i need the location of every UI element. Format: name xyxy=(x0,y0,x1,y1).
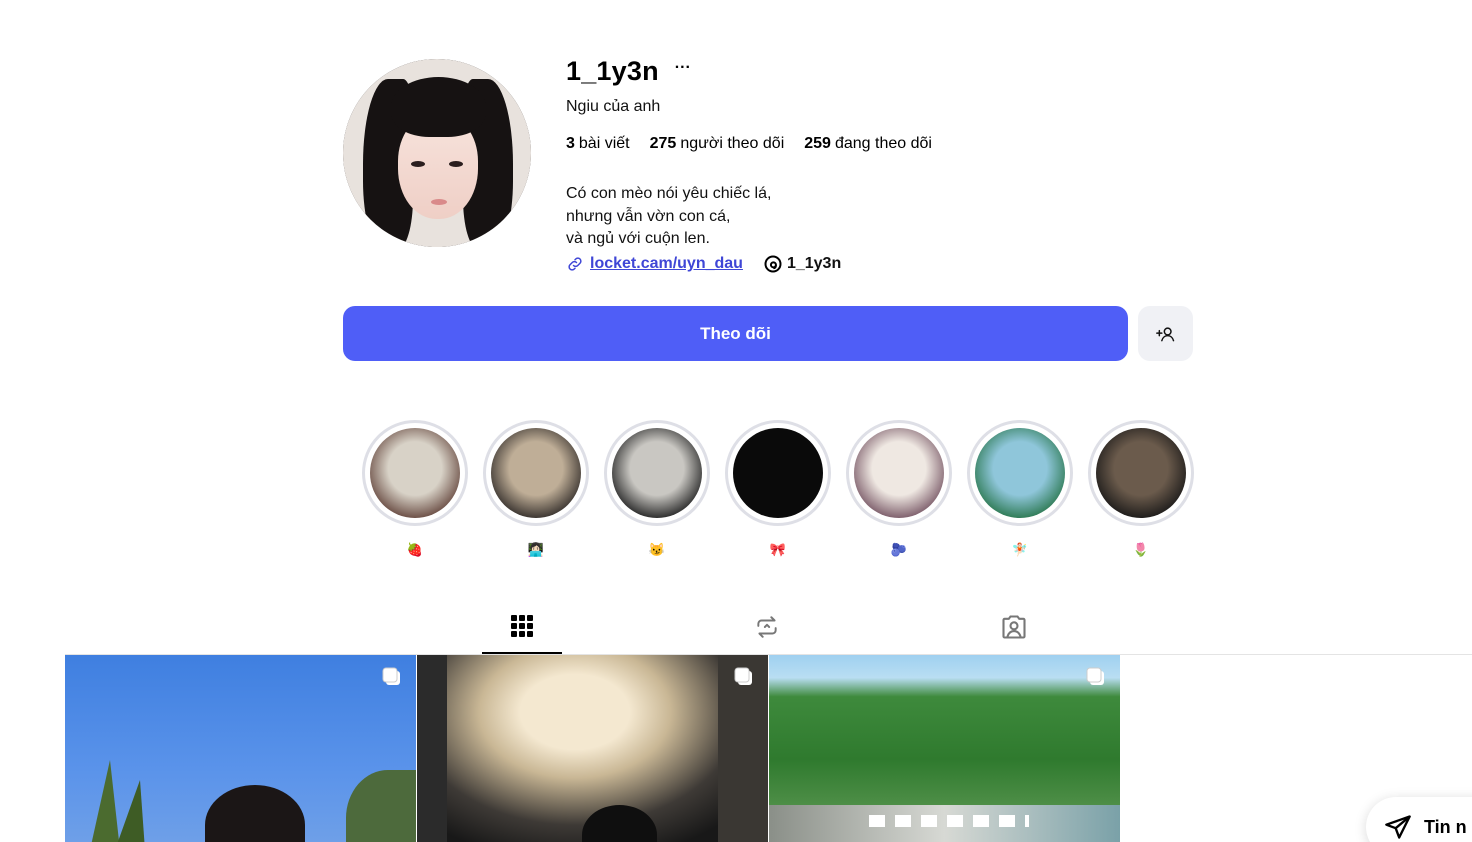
person-add-icon xyxy=(1155,326,1174,341)
highlight-cover xyxy=(733,428,823,518)
more-options-button[interactable]: ··· xyxy=(675,59,691,77)
highlight-ring xyxy=(846,420,952,526)
profile-bio: Có con mèo nói yêu chiếc lá, nhưng vẫn v… xyxy=(566,183,771,251)
highlight-label: 🎀 xyxy=(769,542,787,557)
username-row: 1_1y3n ··· xyxy=(566,56,691,87)
bio-line: nhưng vẫn vờn con cá, xyxy=(566,207,731,225)
post-thumbnail[interactable] xyxy=(417,655,768,842)
repost-icon xyxy=(757,616,777,638)
highlight-label: 😼 xyxy=(648,542,666,557)
highlight-cover xyxy=(854,428,944,518)
tagged-icon xyxy=(1002,615,1026,639)
highlight-ring xyxy=(483,420,589,526)
highlight-item[interactable]: 🌷 xyxy=(1088,420,1194,558)
highlight-ring xyxy=(362,420,468,526)
profile-tabs xyxy=(65,600,1472,655)
highlight-label: 👩🏻‍💻 xyxy=(527,542,545,557)
bio-line: và ngủ với cuộn len. xyxy=(566,230,710,247)
profile-fullname: Ngiu của anh xyxy=(566,98,661,115)
highlight-item[interactable]: 🫐 xyxy=(846,420,952,558)
highlight-cover xyxy=(491,428,581,518)
highlight-item[interactable]: 🍓 xyxy=(362,420,468,558)
highlight-label: 🫐 xyxy=(890,542,908,557)
tab-tagged[interactable] xyxy=(974,600,1054,654)
multiple-photos-icon xyxy=(734,667,752,685)
highlight-cover xyxy=(370,428,460,518)
highlight-item[interactable]: 👩🏻‍💻 xyxy=(483,420,589,558)
tab-reposts[interactable] xyxy=(727,600,807,654)
highlight-ring xyxy=(604,420,710,526)
multiple-photos-icon xyxy=(1086,667,1104,685)
tab-posts[interactable] xyxy=(482,600,562,654)
threads-handle: 1_1y3n xyxy=(786,255,842,272)
messages-label: Tin n xyxy=(1424,816,1467,837)
post-thumbnail[interactable] xyxy=(769,655,1120,842)
followers-link[interactable]: 275 người theo dõi xyxy=(650,135,785,153)
bio-line: Có con mèo nói yêu chiếc lá, xyxy=(566,185,772,202)
highlight-item[interactable]: 🎀 xyxy=(725,420,831,558)
profile-stats: 3 bài viết 275 người theo dõi 259 đang theo… xyxy=(566,135,932,153)
paper-plane-icon xyxy=(1385,815,1411,839)
highlight-cover xyxy=(975,428,1065,518)
grid-icon xyxy=(511,615,533,637)
highlight-cover xyxy=(1096,428,1186,518)
suggest-accounts-button[interactable] xyxy=(1138,306,1193,361)
link-icon xyxy=(568,257,582,271)
external-link[interactable]: locket.cam/uyn_dau xyxy=(566,255,743,273)
profile-links: locket.cam/uyn_dau 1_1y3n xyxy=(566,254,841,274)
messages-button[interactable]: Tin n xyxy=(1366,797,1472,842)
highlight-ring xyxy=(967,420,1073,526)
profile-avatar[interactable] xyxy=(343,59,531,247)
highlight-item[interactable]: 😼 xyxy=(604,420,710,558)
highlight-ring xyxy=(1088,420,1194,526)
highlight-label: 🧚🏻 xyxy=(1011,542,1029,557)
highlight-label: 🍓 xyxy=(406,542,424,557)
threads-link[interactable]: 1_1y3n xyxy=(763,254,841,274)
highlight-item[interactable]: 🧚🏻 xyxy=(967,420,1073,558)
external-link-text: locket.cam/uyn_dau xyxy=(590,255,743,272)
palm-leaves-shape xyxy=(91,760,145,842)
profile-username: 1_1y3n xyxy=(566,56,659,86)
following-link[interactable]: 259 đang theo dõi xyxy=(804,135,932,153)
highlight-cover xyxy=(612,428,702,518)
story-highlights: 🍓 👩🏻‍💻 😼 🎀 🫐 🧚🏻 🌷 xyxy=(362,420,1194,558)
follow-button[interactable]: Theo dõi xyxy=(343,306,1128,361)
post-thumbnail[interactable] xyxy=(65,655,416,842)
highlight-label: 🌷 xyxy=(1132,542,1150,557)
highlight-ring xyxy=(725,420,831,526)
threads-icon xyxy=(764,255,782,273)
post-grid xyxy=(65,655,1120,842)
posts-count: 3 bài viết xyxy=(566,135,630,152)
multiple-photos-icon xyxy=(382,667,400,685)
